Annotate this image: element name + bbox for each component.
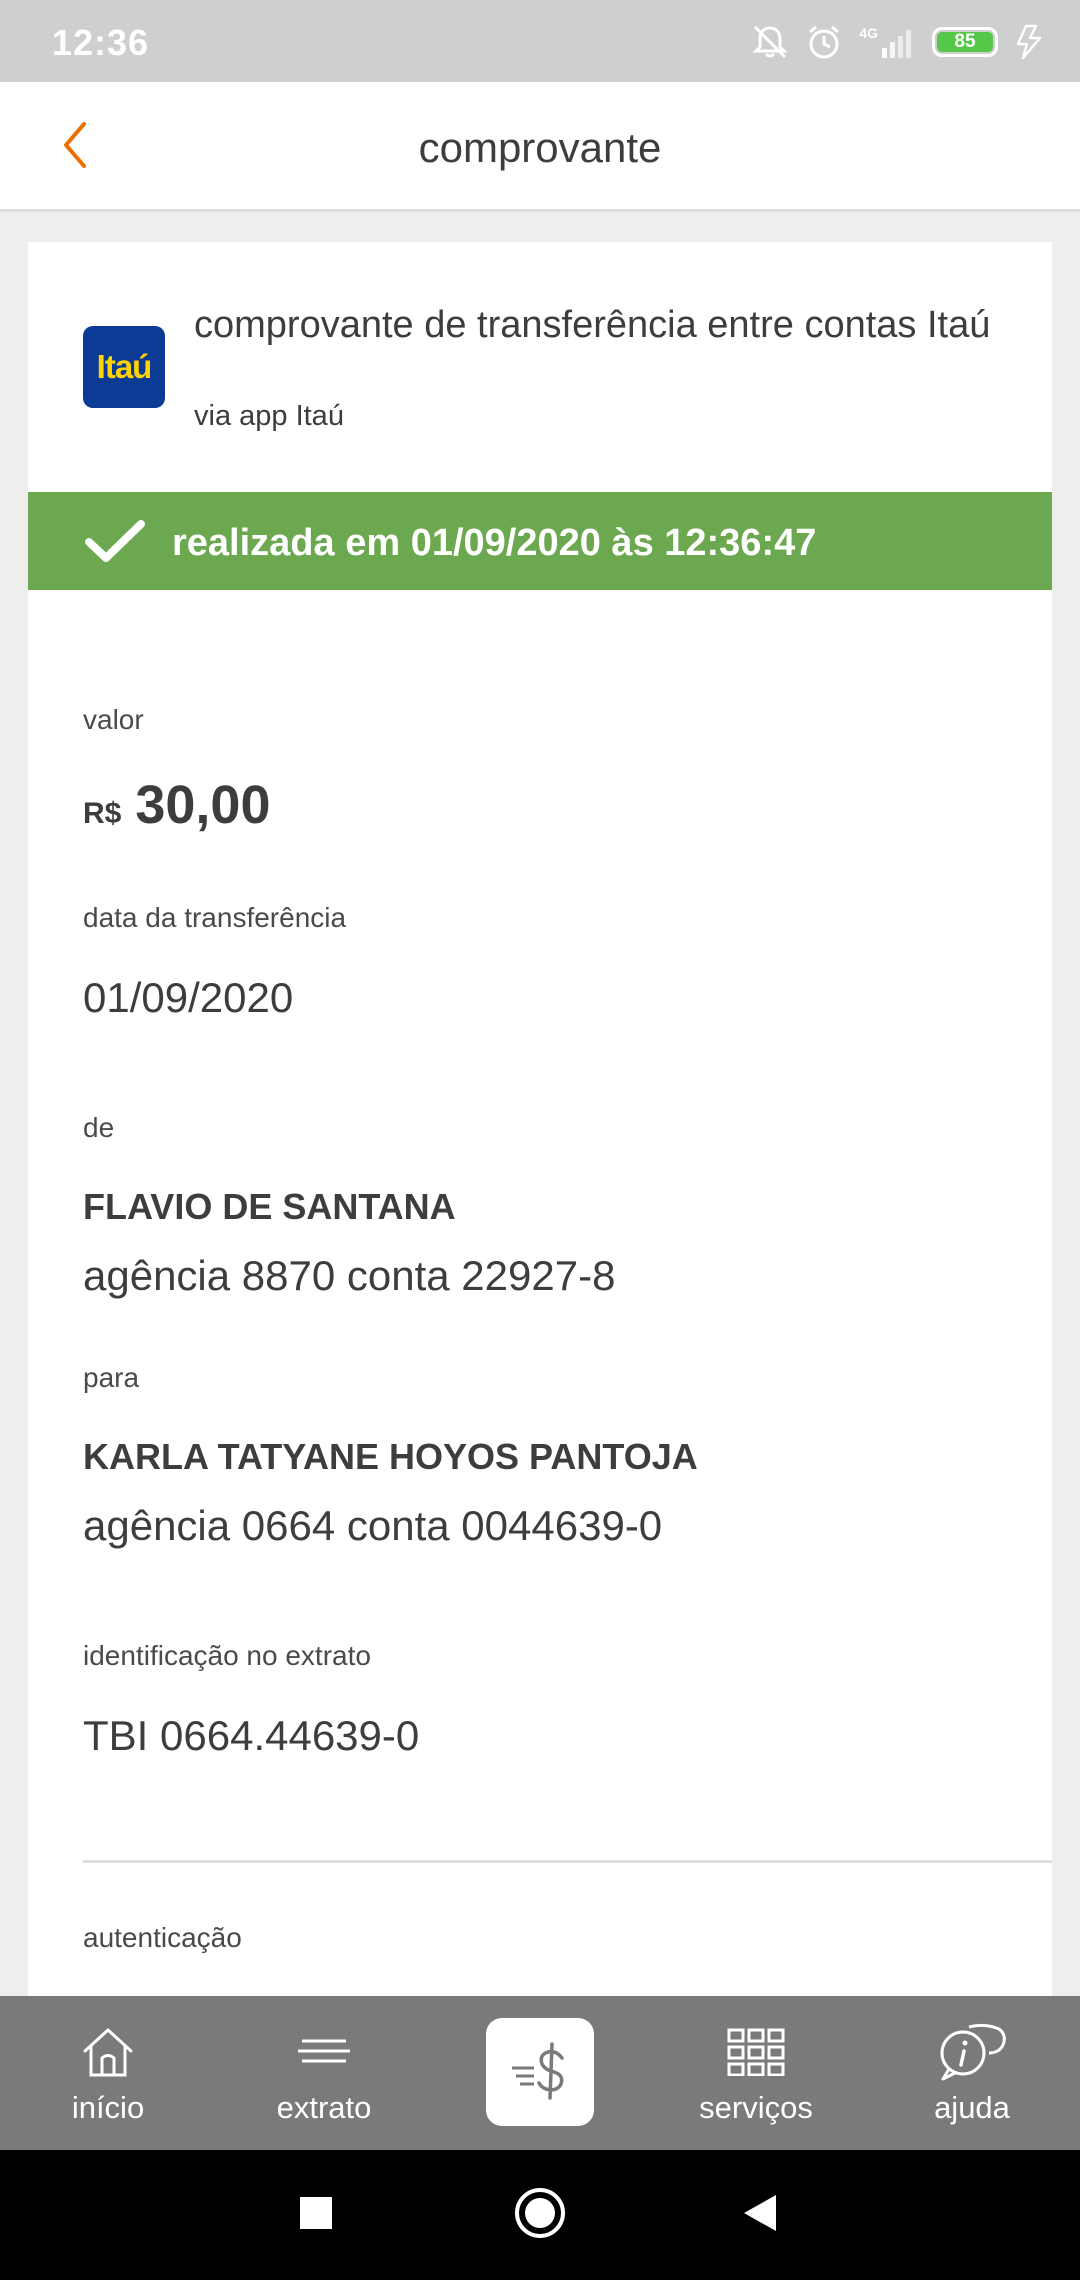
receipt-title: comprovante de transferência entre conta… <box>194 304 991 346</box>
charging-icon <box>1014 24 1044 60</box>
amount-currency: R$ <box>83 797 122 830</box>
receipt-subtitle: via app Itaú <box>194 400 344 432</box>
status-icons: 4G 85 <box>751 22 1044 62</box>
status-text: realizada em 01/09/2020 às 12:36:47 <box>172 522 817 564</box>
home-icon <box>80 2022 136 2082</box>
nav-item-inicio[interactable]: início <box>8 1996 208 2150</box>
statement-id-value: TBI 0664.44639-0 <box>83 1712 420 1759</box>
date-label: data da transferência <box>83 902 347 933</box>
date-value: 01/09/2020 <box>83 974 294 1021</box>
page-title: comprovante <box>418 124 662 171</box>
to-account: agência 0664 conta 0044639-0 <box>83 1502 663 1549</box>
battery-icon: 85 <box>932 27 998 57</box>
receipt-header: Itaú comprovante de transferência entre … <box>28 242 1052 492</box>
signal-icon: 4G <box>859 26 916 58</box>
home-button[interactable] <box>508 2183 572 2247</box>
back-system-button[interactable] <box>728 2183 792 2247</box>
grid-icon <box>727 2022 785 2082</box>
battery-level: 85 <box>937 31 993 52</box>
status-time: 12:36 <box>52 22 150 63</box>
divider <box>83 1860 1052 1863</box>
status-banner: realizada em 01/09/2020 às 12:36:47 <box>28 492 1052 590</box>
to-label: para <box>83 1362 140 1393</box>
transfer-money-icon <box>508 2038 572 2107</box>
status-bar: 12:36 4G 85 <box>0 0 1080 82</box>
triangle-back-icon <box>742 2193 778 2238</box>
system-nav-bar <box>0 2150 1080 2280</box>
itau-logo: Itaú <box>83 326 165 408</box>
amount-label: valor <box>83 704 144 735</box>
notifications-off-icon <box>751 23 789 61</box>
transfer-button[interactable] <box>486 2018 594 2126</box>
from-account: agência 8870 conta 22927-8 <box>83 1252 616 1299</box>
statement-icon <box>296 2022 352 2082</box>
nav-label-extrato: extrato <box>276 2090 372 2125</box>
help-chat-icon <box>937 2022 1007 2082</box>
bottom-nav: início extrato serviços ajuda <box>0 1996 1080 2150</box>
circle-icon <box>513 2186 567 2245</box>
nav-item-ajuda[interactable]: ajuda <box>872 1996 1072 2150</box>
nav-item-extrato[interactable]: extrato <box>224 1996 424 2150</box>
network-label: 4G <box>859 25 878 41</box>
check-icon <box>84 518 146 569</box>
auth-label: autenticação <box>83 1922 242 1953</box>
amount-value: 30,00 <box>135 775 271 835</box>
to-name: KARLA TATYANE HOYOS PANTOJA <box>83 1436 698 1477</box>
alarm-icon <box>805 23 843 61</box>
app-header: comprovante <box>0 82 1080 212</box>
nav-label-servicos: serviços <box>699 2090 813 2125</box>
recents-button[interactable] <box>284 2183 348 2247</box>
nav-item-servicos[interactable]: serviços <box>656 1996 856 2150</box>
amount: R$ 30,00 <box>83 774 271 836</box>
from-name: FLAVIO DE SANTANA <box>83 1186 456 1227</box>
nav-label-ajuda: ajuda <box>934 2090 1010 2125</box>
receipt-card: Itaú comprovante de transferência entre … <box>28 242 1052 1998</box>
from-label: de <box>83 1112 115 1143</box>
nav-label-inicio: início <box>71 2090 145 2125</box>
statement-id-label: identificação no extrato <box>83 1640 371 1671</box>
square-icon <box>299 2196 333 2235</box>
